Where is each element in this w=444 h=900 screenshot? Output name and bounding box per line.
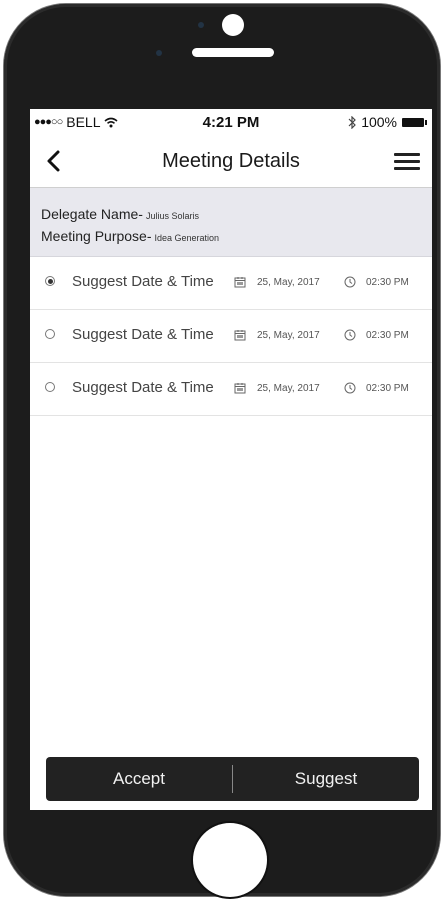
front-camera [222,14,244,36]
radio-unselected[interactable] [45,382,55,392]
purpose-label: Meeting Purpose- [41,228,152,244]
option-row-2[interactable]: Suggest Date & Time 25, May, 2017 02:30 … [30,310,432,363]
option-date: 25, May, 2017 [257,277,320,288]
action-bar: Accept Suggest [46,757,419,801]
home-button[interactable] [193,823,267,897]
clock-icon[interactable] [344,382,356,394]
clock-icon[interactable] [344,276,356,288]
option-label: Suggest Date & Time [72,326,214,343]
option-date: 25, May, 2017 [257,330,320,341]
app-screen: ●●●○○ BELL 4:21 PM 100% Meeting Details … [30,109,432,810]
bluetooth-icon [348,115,357,129]
option-row-1[interactable]: Suggest Date & Time 25, May, 2017 02:30 … [30,257,432,310]
battery-percent: 100% [361,114,397,130]
proximity-sensor [198,22,204,28]
nav-bar: Meeting Details [30,135,432,188]
clock-icon[interactable] [344,329,356,341]
delegate-line: Delegate Name- Julius Solaris [41,206,199,222]
radio-unselected[interactable] [45,329,55,339]
earpiece-speaker [192,48,274,57]
option-label: Suggest Date & Time [72,273,214,290]
suggest-button[interactable]: Suggest [233,757,419,801]
light-sensor [156,50,162,56]
meeting-info: Delegate Name- Julius Solaris Meeting Pur… [30,188,432,257]
option-time: 02:30 PM [366,330,409,341]
option-date: 25, May, 2017 [257,383,320,394]
option-row-3[interactable]: Suggest Date & Time 25, May, 2017 02:30 … [30,363,432,416]
status-bar: ●●●○○ BELL 4:21 PM 100% [30,109,432,135]
page-title: Meeting Details [162,150,300,172]
battery-icon [402,117,427,127]
calendar-icon[interactable] [234,276,246,288]
option-label: Suggest Date & Time [72,379,214,396]
purpose-line: Meeting Purpose- Idea Generation [41,228,219,244]
menu-icon[interactable] [394,153,420,171]
calendar-icon[interactable] [234,382,246,394]
purpose-value: Idea Generation [154,233,220,243]
delegate-value: Julius Solaris [145,211,199,221]
delegate-label: Delegate Name- [41,206,143,222]
option-time: 02:30 PM [366,383,409,394]
phone-frame: ●●●○○ BELL 4:21 PM 100% Meeting Details … [4,4,440,897]
option-time: 02:30 PM [366,277,409,288]
accept-button[interactable]: Accept [46,757,232,801]
radio-selected[interactable] [45,276,55,286]
calendar-icon[interactable] [234,329,246,341]
